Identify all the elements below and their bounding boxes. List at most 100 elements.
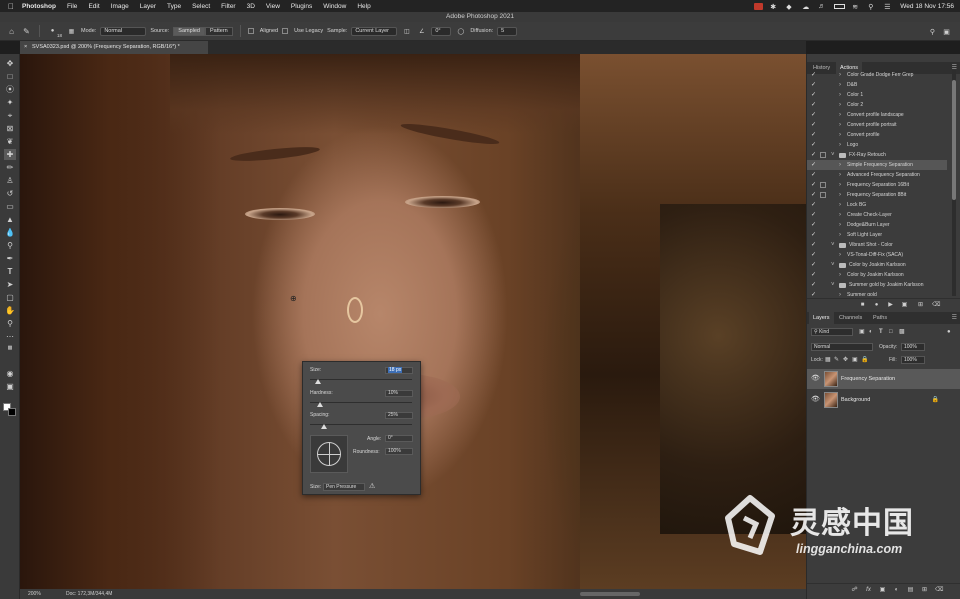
background-color-swatch[interactable] (8, 408, 16, 416)
zoom-tool-icon[interactable]: ⚲ (4, 318, 16, 329)
toggle-check-icon[interactable]: ✓ (811, 280, 816, 290)
roundness-field[interactable]: 100% (385, 448, 413, 455)
menu-layer[interactable]: Layer (140, 3, 156, 10)
link-layers-icon[interactable]: ☍ (851, 587, 858, 594)
default-colors-icon[interactable]: ▩ (4, 342, 16, 353)
eyedropper-tool-icon[interactable]: ❦ (4, 136, 16, 147)
fill-field[interactable]: 100% (901, 356, 925, 364)
action-row[interactable]: ✓ › Color 2 (807, 100, 947, 110)
toggle-check-icon[interactable]: ✓ (811, 90, 816, 100)
action-row[interactable]: ✓ › Simple Frequency Separation (807, 160, 947, 170)
filter-smart-object-icon[interactable]: ▩ (899, 329, 905, 335)
chevron-down-icon[interactable]: ˅ (831, 150, 835, 160)
toggle-check-icon[interactable]: ✓ (811, 170, 816, 180)
size-slider-track[interactable] (310, 379, 412, 380)
paint-bucket-tool-icon[interactable]: ▲ (4, 214, 16, 225)
action-row[interactable]: ✓ › Color 1 (807, 90, 947, 100)
layer-row-background[interactable]: 👁 Background 🔒 (807, 390, 960, 410)
chevron-right-icon[interactable]: › (839, 220, 841, 230)
use-legacy-checkbox[interactable] (282, 28, 289, 34)
toggle-check-icon[interactable]: ✓ (811, 260, 816, 270)
eraser-tool-icon[interactable]: ▭ (4, 201, 16, 212)
actions-scroll-thumb[interactable] (952, 80, 956, 200)
close-icon[interactable]: × (24, 41, 27, 54)
chevron-right-icon[interactable]: › (839, 80, 841, 90)
menu-app[interactable]: Photoshop (22, 3, 56, 10)
toggle-check-icon[interactable]: ✓ (811, 190, 816, 200)
more-tools-icon[interactable]: ⋯ (4, 331, 16, 342)
toggle-check-icon[interactable]: ✓ (811, 210, 816, 220)
chevron-right-icon[interactable]: › (839, 210, 841, 220)
toggle-check-icon[interactable]: ✓ (811, 290, 816, 296)
menu-view[interactable]: View (266, 3, 280, 10)
aligned-checkbox[interactable] (247, 28, 254, 34)
trash-icon[interactable]: ⌫ (935, 587, 943, 594)
volume-icon[interactable]: ♬ (818, 3, 827, 10)
document-canvas[interactable]: ⊕ (20, 54, 806, 589)
hand-tool-icon[interactable]: ✋ (4, 305, 16, 316)
hardness-slider-knob[interactable] (317, 402, 324, 407)
document-tab[interactable]: × SVSA0323.psd @ 200% (Frequency Separat… (20, 41, 208, 54)
chevron-right-icon[interactable]: › (839, 90, 841, 100)
screen-mode-icon[interactable]: ▣ (4, 381, 16, 392)
chevron-right-icon[interactable]: › (839, 230, 841, 240)
new-action-icon[interactable]: ⊞ (917, 302, 924, 309)
chevron-right-icon[interactable]: › (839, 110, 841, 120)
tab-channels[interactable]: Channels (835, 312, 866, 324)
history-brush-tool-icon[interactable]: ↺ (4, 188, 16, 199)
chevron-right-icon[interactable]: › (839, 290, 841, 296)
toggle-check-icon[interactable]: ✓ (811, 120, 816, 130)
filter-pixel-icon[interactable]: ▣ (859, 329, 865, 335)
lock-artboard-icon[interactable]: ▣ (852, 357, 858, 363)
ignore-adjustment-layers-icon[interactable]: ◫ (401, 26, 412, 37)
healing-brush-tool-icon[interactable]: ✚ (4, 149, 16, 160)
record-icon[interactable] (754, 2, 764, 10)
tab-paths[interactable]: Paths (869, 312, 891, 324)
workspace-icon[interactable]: ▣ (941, 26, 952, 37)
type-tool-icon[interactable]: T (4, 266, 16, 277)
layer-filter-select[interactable]: ⚲ Kind (811, 328, 853, 336)
toggle-check-icon[interactable]: ✓ (811, 70, 816, 80)
hardness-field[interactable]: 10% (385, 390, 413, 397)
healing-brush-tool-icon[interactable]: ✎ (21, 26, 32, 37)
toggle-check-icon[interactable]: ✓ (811, 80, 816, 90)
chevron-right-icon[interactable]: › (839, 190, 841, 200)
brush-size-readout[interactable]: 18 (57, 33, 62, 38)
record-icon[interactable]: ● (873, 302, 880, 309)
trash-icon[interactable]: ⌫ (932, 302, 940, 309)
control-center-icon[interactable]: ☰ (884, 3, 893, 11)
menu-3d[interactable]: 3D (247, 3, 255, 10)
dialog-toggle-icon[interactable] (820, 192, 826, 198)
adjustment-layer-icon[interactable]: ◐ (893, 587, 900, 594)
rectangle-tool-icon[interactable]: ▢ (4, 292, 16, 303)
clone-stamp-tool-icon[interactable]: ♙ (4, 175, 16, 186)
chevron-right-icon[interactable]: › (839, 200, 841, 210)
chevron-down-icon[interactable]: ˅ (831, 280, 835, 290)
source-pattern-button[interactable]: Pattern (205, 26, 233, 36)
chevron-right-icon[interactable]: › (839, 140, 841, 150)
hardness-slider-track[interactable] (310, 402, 412, 403)
wifi-icon[interactable]: ≋ (852, 3, 861, 11)
chevron-right-icon[interactable]: › (839, 160, 841, 170)
pen-tool-icon[interactable]: ✒ (4, 253, 16, 264)
chevron-right-icon[interactable]: › (839, 180, 841, 190)
chevron-right-icon[interactable]: › (839, 270, 841, 280)
lock-pixels-icon[interactable]: ✎ (834, 357, 840, 363)
toggle-check-icon[interactable]: ✓ (811, 220, 816, 230)
diffusion-field[interactable]: 5 (497, 26, 518, 36)
action-row[interactable]: ✓ › Create Check-Layer (807, 210, 947, 220)
menu-type[interactable]: Type (167, 3, 181, 10)
visibility-eye-icon[interactable]: 👁 (811, 396, 820, 404)
spacing-slider-knob[interactable] (321, 424, 328, 429)
toggle-check-icon[interactable]: ✓ (811, 110, 816, 120)
blur-tool-icon[interactable]: 💧 (4, 227, 16, 238)
action-row[interactable]: ✓ › Frequency Separation 8Bit (807, 190, 947, 200)
actions-scrollbar[interactable] (952, 70, 956, 296)
toggle-check-icon[interactable]: ✓ (811, 230, 816, 240)
marquee-tool-icon[interactable]: □ (4, 71, 16, 82)
menu-select[interactable]: Select (192, 3, 210, 10)
chevron-right-icon[interactable]: › (839, 70, 841, 80)
new-set-icon[interactable]: ▣ (901, 302, 908, 309)
toggle-check-icon[interactable]: ✓ (811, 100, 816, 110)
dropbox-icon[interactable]: ◆ (786, 3, 795, 11)
